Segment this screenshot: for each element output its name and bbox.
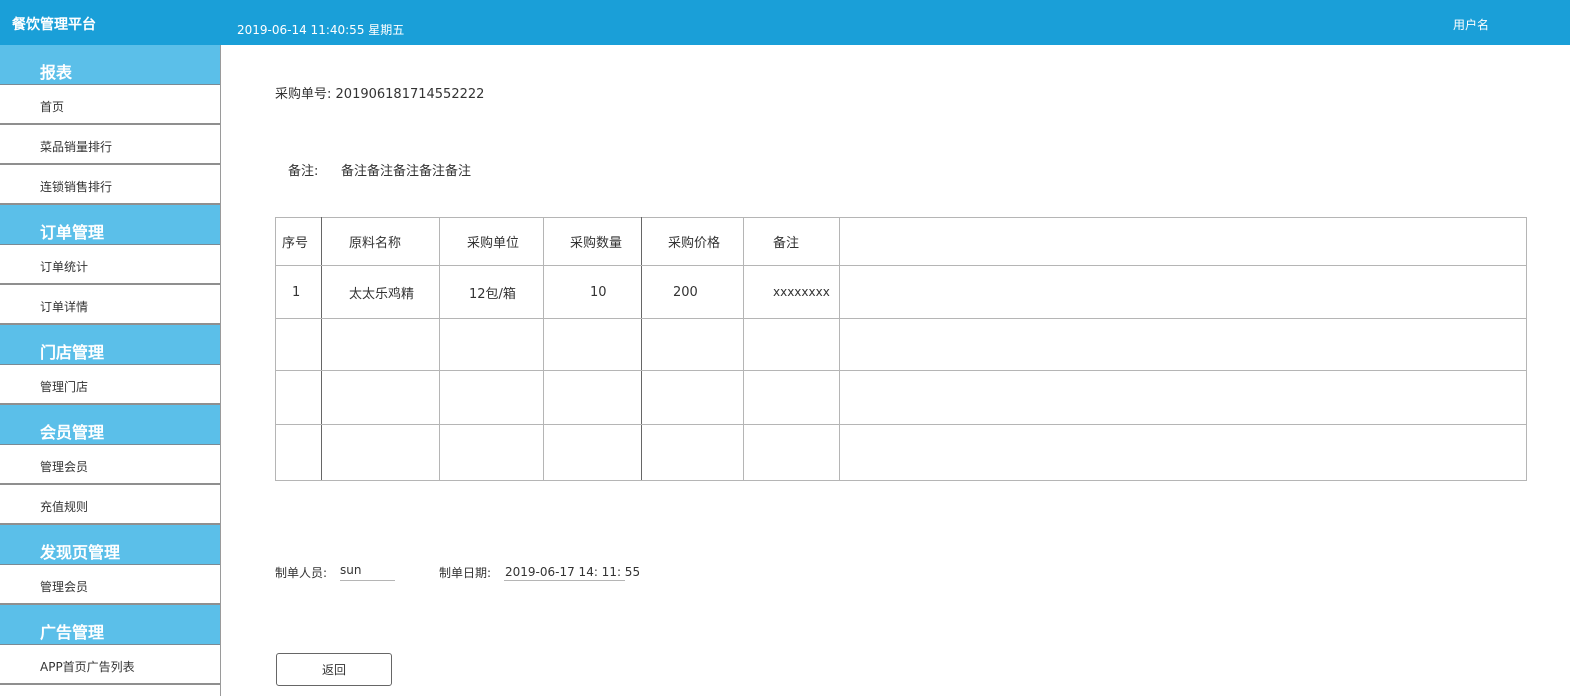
section-title: 订单管理 — [40, 223, 105, 242]
purchase-number: 采购单号: 201906181714552222 — [275, 87, 485, 102]
sidebar: 报表 首页 菜品销量排行 连锁销售排行 订单管理 订单统计 订单详情 门店管理 … — [0, 45, 221, 696]
sidebar-item-label: 管理会员 — [40, 460, 89, 474]
main-content: 采购单号: 201906181714552222 备注: 备注备注备注备注备注 … — [221, 45, 1570, 696]
section-title: 门店管理 — [40, 343, 105, 362]
materials-table: 序号 原料名称 采购单位 采购数量 采购价格 备注 1 太太乐鸡精 12包/箱 … — [275, 217, 1527, 481]
col-header-remark: 备注 — [743, 217, 840, 266]
sidebar-section-members: 会员管理 — [0, 405, 220, 445]
sidebar-section-orders: 订单管理 — [0, 205, 220, 245]
sidebar-item-label: 连锁销售排行 — [40, 180, 113, 194]
sidebar-item-order-stats[interactable]: 订单统计 — [0, 245, 220, 285]
cell-material-name — [321, 318, 440, 371]
cell-unit: 12包/箱 — [439, 265, 544, 319]
col-header-quantity: 采购数量 — [543, 217, 642, 266]
purchase-number-label: 采购单号 — [275, 87, 328, 102]
sidebar-item-chain-sales-ranking[interactable]: 连锁销售排行 — [0, 165, 220, 205]
date-label: 制单日期: — [439, 566, 492, 580]
sidebar-item-dish-sales-ranking[interactable]: 菜品销量排行 — [0, 125, 220, 165]
table-row: 1 太太乐鸡精 12包/箱 10 200 xxxxxxxx — [275, 265, 1527, 319]
sidebar-section-discover: 发现页管理 — [0, 525, 220, 565]
sidebar-section-ads: 广告管理 — [0, 605, 220, 645]
sidebar-item-recharge-rules[interactable]: 充值规则 — [0, 485, 220, 525]
cell-price: 200 — [641, 265, 744, 319]
table-row — [275, 370, 1527, 425]
remark-label: 备注: — [288, 164, 319, 179]
table-row — [275, 424, 1527, 481]
col-header-material-name: 原料名称 — [321, 217, 440, 266]
sidebar-item-label: 订单统计 — [40, 260, 89, 274]
cell-blank — [839, 318, 1527, 371]
cell-quantity — [543, 424, 642, 481]
cell-price — [641, 424, 744, 481]
sidebar-item-label: 订单详情 — [40, 300, 89, 314]
creator-field[interactable]: sun — [340, 563, 361, 577]
col-header-blank — [839, 217, 1527, 266]
sidebar-item-discover-manage-members[interactable]: 管理会员 — [0, 565, 220, 605]
cell-quantity — [543, 318, 642, 371]
table-header-row: 序号 原料名称 采购单位 采购数量 采购价格 备注 — [275, 217, 1527, 266]
sidebar-item-label: 首页 — [40, 100, 65, 114]
back-button[interactable]: 返回 — [276, 653, 392, 686]
app-title: 餐饮管理平台 — [12, 17, 96, 33]
cell-price — [641, 318, 744, 371]
cell-blank — [839, 370, 1527, 425]
cell-index: 1 — [275, 265, 322, 319]
cell-price — [641, 370, 744, 425]
sidebar-item-manage-stores[interactable]: 管理门店 — [0, 365, 220, 405]
cell-remark — [743, 424, 840, 481]
col-header-index: 序号 — [275, 217, 322, 266]
sidebar-item-label: 充值规则 — [40, 500, 89, 514]
sidebar-item-manage-members[interactable]: 管理会员 — [0, 445, 220, 485]
cell-index — [275, 370, 322, 425]
purchase-number-value: 201906181714552222 — [335, 87, 485, 102]
date-field[interactable]: 2019-06-17 14: 11: 55 — [505, 565, 640, 579]
date-underline — [504, 580, 625, 581]
sidebar-item-label: 菜品销量排行 — [40, 140, 113, 154]
cell-material-name — [321, 370, 440, 425]
sidebar-item-label: 管理会员 — [40, 580, 89, 594]
section-title: 报表 — [40, 63, 73, 82]
cell-quantity: 10 — [543, 265, 642, 319]
sidebar-item-label: 管理门店 — [40, 380, 89, 394]
section-title: 广告管理 — [40, 623, 105, 642]
creator-label: 制单人员: — [275, 566, 328, 580]
cell-quantity — [543, 370, 642, 425]
top-bar: 餐饮管理平台 2019-06-14 11:40:55 星期五 用户名 — [0, 0, 1570, 45]
sidebar-item-label: APP首页广告列表 — [40, 660, 135, 674]
cell-material-name — [321, 424, 440, 481]
cell-unit — [439, 370, 544, 425]
cell-remark: xxxxxxxx — [743, 265, 840, 319]
sidebar-section-reports: 报表 — [0, 45, 220, 85]
user-name[interactable]: 用户名 — [1453, 16, 1489, 33]
cell-unit — [439, 318, 544, 371]
cell-blank — [839, 265, 1527, 319]
cell-unit — [439, 424, 544, 481]
current-datetime: 2019-06-14 11:40:55 星期五 — [237, 23, 405, 37]
table-row — [275, 318, 1527, 371]
sidebar-item-order-details[interactable]: 订单详情 — [0, 285, 220, 325]
cell-remark — [743, 370, 840, 425]
cell-index — [275, 424, 322, 481]
sidebar-item-home[interactable]: 首页 — [0, 85, 220, 125]
section-title: 会员管理 — [40, 423, 105, 442]
section-title: 发现页管理 — [40, 543, 121, 562]
cell-blank — [839, 424, 1527, 481]
cell-remark — [743, 318, 840, 371]
sidebar-section-stores: 门店管理 — [0, 325, 220, 365]
remark-value: 备注备注备注备注备注 — [341, 164, 472, 179]
cell-material-name: 太太乐鸡精 — [321, 265, 440, 319]
col-header-unit: 采购单位 — [439, 217, 544, 266]
sidebar-item-app-home-ads[interactable]: APP首页广告列表 — [0, 645, 220, 685]
cell-index — [275, 318, 322, 371]
creator-underline — [340, 580, 395, 581]
col-header-price: 采购价格 — [641, 217, 744, 266]
